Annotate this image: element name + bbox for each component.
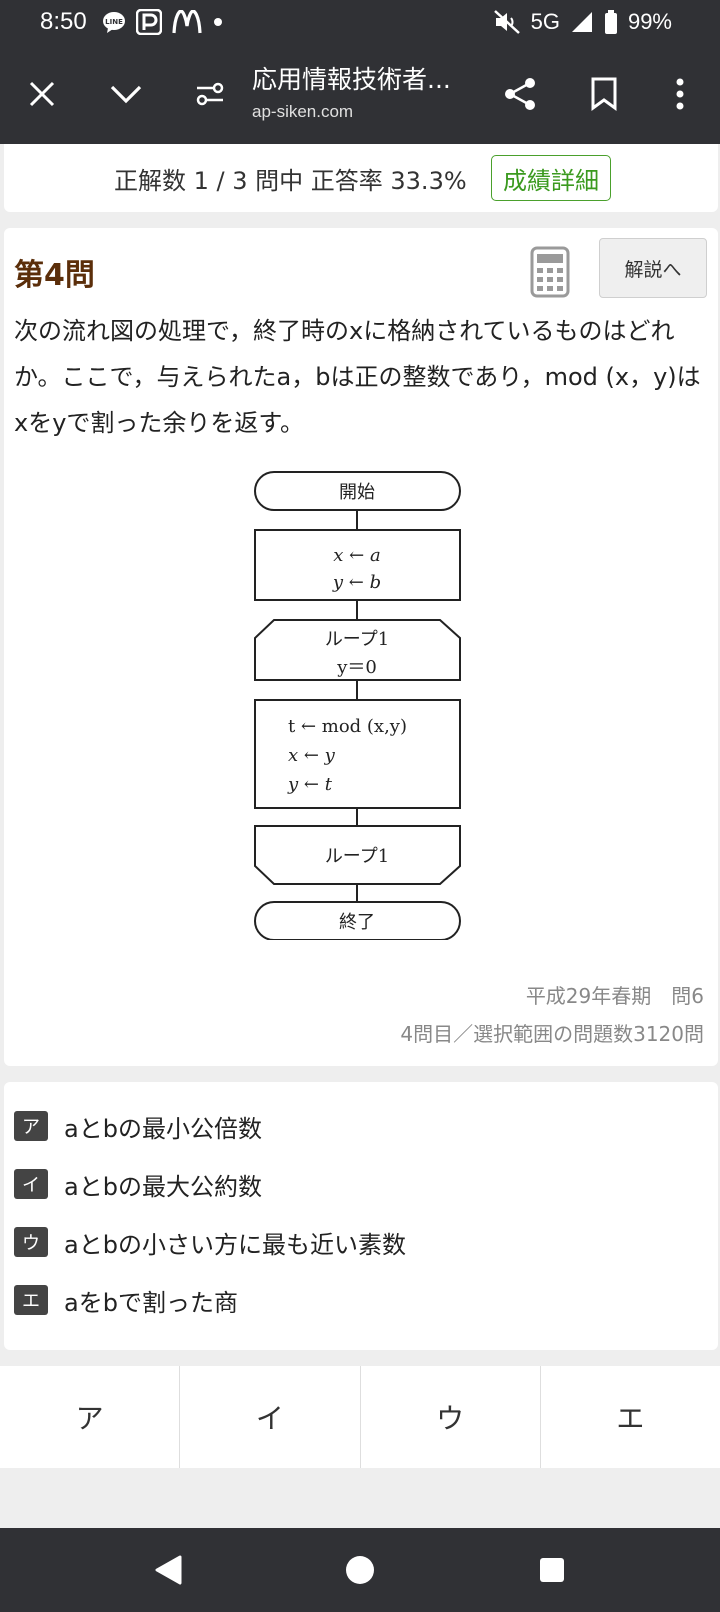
flowchart-end-label: 終了 [339,912,375,933]
home-button[interactable] [332,1544,388,1596]
question-heading: 第4問 [14,258,95,293]
mcdonalds-icon [172,10,202,34]
flowchart-process-line2: x ← y [288,745,336,766]
answer-button-u[interactable]: ウ [361,1366,541,1468]
paypay-icon [136,9,162,35]
recents-icon [540,1558,564,1582]
network-type: 5G [530,9,560,34]
system-status: 5G 99% [493,8,672,36]
chevron-down-icon [110,85,142,104]
question-source: 平成29年春期 問6 [525,984,704,1008]
line-icon: LINE [103,12,125,33]
page-url: ap-siken.com [252,102,354,121]
page-settings-button[interactable] [182,66,238,122]
flowchart-start-label: 開始 [339,482,375,503]
choice-text: aとbの最小公倍数 [64,1114,262,1143]
flowchart-assign-line1: x ← a [333,545,380,566]
bookmark-button[interactable] [576,66,632,122]
battery-icon [604,10,617,34]
calculator-icon [530,246,570,298]
system-nav-bar [0,1528,720,1612]
dot-icon [214,18,222,26]
choice-text: aをbで割った商 [64,1288,238,1317]
calculator-button[interactable] [530,246,570,302]
choice-text: aとbの最大公約数 [64,1172,262,1201]
choice-e[interactable]: エ aをbで割った商 [14,1280,238,1320]
score-card: 正解数 1 / 3 問中 正答率 33.3% 成績詳細 [4,144,718,212]
choices-card: ア aとbの最小公倍数 イ aとbの最大公約数 ウ aとbの小さい方に最も近い素… [4,1082,718,1350]
question-card: 第4問 解説へ 次の流れ図の処理で，終了時のxに格納されているものはどれか。ここ… [4,228,718,1066]
back-icon [155,1555,182,1585]
choice-text: aとbの小さい方に最も近い素数 [64,1230,406,1259]
flowchart-process-line1: t ← mod (x,y) [288,716,407,737]
answer-bar: ア イ ウ エ [0,1366,720,1468]
answer-button-a[interactable]: ア [0,1366,181,1468]
notification-icons: LINE [102,8,224,36]
recents-button[interactable] [524,1544,580,1596]
score-details-link[interactable]: 成績詳細 [491,155,611,201]
answer-button-e[interactable]: エ [541,1366,720,1468]
flowchart-loop-start-line1: ループ1 [325,629,389,650]
close-button[interactable] [14,66,70,122]
explanation-button[interactable]: 解説へ [599,238,707,298]
score-summary: 正解数 1 / 3 問中 正答率 33.3% [114,167,467,195]
back-button[interactable] [140,1544,196,1596]
choice-badge: ア [14,1111,48,1141]
browser-toolbar: 応用情報技術者... ap-siken.com [0,44,720,144]
page-title: 応用情報技術者... [252,65,451,94]
choice-a[interactable]: ア aとbの最小公倍数 [14,1106,262,1146]
choice-badge: ウ [14,1227,48,1257]
signal-icon [571,12,592,32]
flowchart-assign-line2: y ← b [332,572,381,593]
question-count: 4問目／選択範囲の問題数3120問 [400,1022,704,1046]
bookmark-icon [591,77,617,111]
answer-button-i[interactable]: イ [180,1366,361,1468]
more-button[interactable] [652,66,708,122]
share-icon [505,78,535,110]
question-text: 次の流れ図の処理で，終了時のxに格納されているものはどれか。ここで，与えられたa… [14,317,701,437]
home-icon [346,1556,374,1584]
choice-u[interactable]: ウ aとbの小さい方に最も近い素数 [14,1222,406,1262]
close-icon [29,81,55,107]
page-settings-icon [196,82,224,106]
flowchart-loop-start-line2: y＝0 [336,657,377,678]
choice-badge: エ [14,1285,48,1315]
flowchart-process-line3: y ← t [287,774,333,795]
battery-level: 99% [627,9,672,34]
mute-icon [493,10,520,34]
choice-badge: イ [14,1169,48,1199]
minimize-button[interactable] [98,66,154,122]
flowchart-loop-end-label: ループ1 [325,846,389,867]
flowchart: 開始 x ← a y ← b ループ1 y＝0 t ← mod (x,y) x … [254,471,461,940]
status-bar: 8:50 LINE 5G 99% [0,0,720,44]
share-button[interactable] [492,66,548,122]
choice-i[interactable]: イ aとbの最大公約数 [14,1164,262,1204]
more-icon [676,78,684,110]
status-time: 8:50 [40,8,87,35]
svg-text:LINE: LINE [105,18,123,26]
